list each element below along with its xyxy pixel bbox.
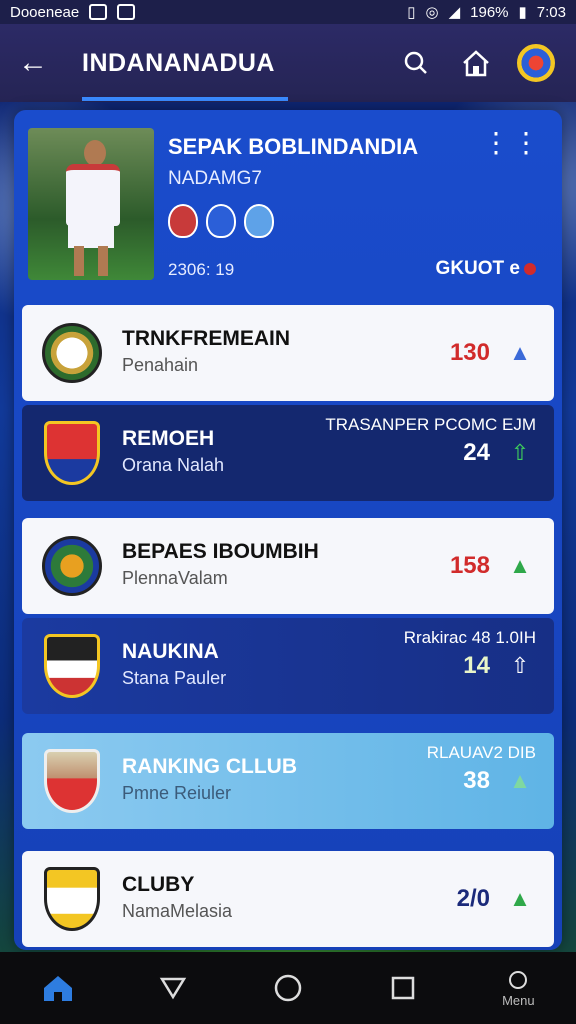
vibrate-icon: ▯: [407, 4, 416, 21]
live-dot-icon: [524, 263, 536, 275]
tab-indicator: [82, 97, 288, 101]
crest-list: [168, 204, 274, 238]
row-subtitle: Stana Pauler: [122, 668, 227, 688]
row-caption: TRASANPER PCOMC EJM: [325, 415, 536, 434]
row-title: TRNKFREMEAIN: [122, 327, 290, 350]
list-item[interactable]: REMOEH Orana Nalah TRASANPER PCOMC EJM 2…: [22, 405, 554, 501]
hero-status: GKUOT e: [436, 258, 536, 280]
arrow-up-icon: ▲: [509, 768, 531, 793]
row-value: 38: [463, 767, 490, 794]
nav-recents[interactable]: [368, 958, 438, 1018]
home-icon[interactable]: [454, 41, 498, 85]
crest-red-icon: [168, 204, 198, 238]
list-item[interactable]: CLUBY NamaMelasia 2/0 ▲: [22, 851, 554, 947]
crest-blue-icon: [206, 204, 236, 238]
row-value: 158: [449, 552, 490, 579]
recent-apps-icon: [391, 976, 415, 1000]
hero-status-text: GKUOT e: [435, 258, 520, 279]
row-caption: Rrakirac 48 1.0IH: [403, 628, 536, 647]
row-title: BEPAES IBOUMBIH: [122, 540, 319, 563]
more-options-icon[interactable]: ⋮⋮: [482, 129, 542, 157]
list-item[interactable]: RANKING CLLUB Pmne Reiuler RLAUAV2 DIB 3…: [22, 733, 554, 829]
back-triangle-icon: [159, 977, 187, 1000]
row-value: 130: [449, 339, 490, 366]
circle-home-icon: [274, 974, 302, 1002]
arrow-up-icon: ▲: [509, 340, 531, 365]
nav-menu-label: Menu: [502, 992, 535, 1008]
crest-light-blue-icon: [244, 204, 274, 238]
row-title: REMOEH: [122, 427, 215, 450]
message-icon: [117, 4, 136, 20]
status-carrier-text: Dooeneae: [10, 3, 80, 21]
bottom-nav: Menu: [0, 952, 576, 1024]
signal-icon: ◢: [448, 4, 461, 21]
arrow-up-icon: ⇧: [510, 440, 530, 465]
status-bar: Dooeneae ▯ ◎ ◢ 196% ▮ 7:03: [0, 0, 576, 24]
hero-subtitle: NADAMG7: [168, 168, 262, 189]
image-icon: [89, 4, 108, 20]
club-crest-icon: [40, 421, 104, 485]
club-crest-icon: [40, 867, 104, 931]
arrow-up-icon: ▲: [509, 553, 531, 578]
list-item[interactable]: BEPAES IBOUMBIH PlennaValam 158 ▲: [22, 518, 554, 614]
player-photo: [28, 128, 154, 280]
row-caption: RLAUAV2 DIB: [426, 743, 536, 762]
arrow-up-icon: ⇧: [510, 653, 530, 678]
player-avatar: [40, 749, 104, 813]
hero-date: 2306: 19: [168, 260, 235, 279]
club-crest-icon: [40, 321, 104, 385]
club-crest-icon: [40, 634, 104, 698]
row-subtitle: Pmne Reiuler: [122, 783, 232, 803]
row-title: CLUBY: [122, 873, 195, 896]
club-crest-icon: [40, 534, 104, 598]
hero-name: SEPAK BOBLINDANDIA: [168, 134, 419, 159]
arrow-up-icon: ▲: [509, 886, 531, 911]
alarm-icon: ◎: [425, 4, 439, 21]
list-item[interactable]: TRNKFREMEAIN Penahain 130 ▲: [22, 305, 554, 401]
app-bar: ← INDANANADUA: [0, 24, 576, 102]
hero-card[interactable]: SEPAK BOBLINDANDIA NADAMG7 2306: 19 ⋮⋮ G…: [14, 128, 554, 298]
row-subtitle: Penahain: [122, 355, 199, 375]
list-item[interactable]: NAUKINA Stana Pauler Rrakirac 48 1.0IH 1…: [22, 618, 554, 714]
menu-icon: [509, 970, 528, 989]
battery-icon: ▮: [518, 4, 527, 21]
row-title: NAUKINA: [122, 640, 219, 663]
home-icon: [43, 976, 72, 1001]
row-value: 2/0: [456, 885, 490, 912]
page-title: INDANANADUA: [82, 48, 275, 77]
row-subtitle: NamaMelasia: [122, 901, 233, 921]
club-logo-icon[interactable]: [514, 41, 558, 85]
clock: 7:03: [536, 3, 566, 21]
row-subtitle: Orana Nalah: [122, 455, 225, 475]
battery-level: 196%: [470, 3, 509, 21]
nav-home[interactable]: [23, 958, 93, 1018]
row-value: 24: [463, 439, 490, 466]
nav-home-circle[interactable]: [253, 958, 323, 1018]
nav-back[interactable]: [138, 958, 208, 1018]
search-icon[interactable]: [394, 41, 438, 85]
row-subtitle: PlennaValam: [122, 568, 228, 588]
nav-menu[interactable]: Menu: [483, 958, 553, 1018]
back-arrow-icon[interactable]: ←: [18, 46, 58, 80]
row-title: RANKING CLLUB: [122, 755, 297, 778]
row-value: 14: [463, 652, 490, 679]
